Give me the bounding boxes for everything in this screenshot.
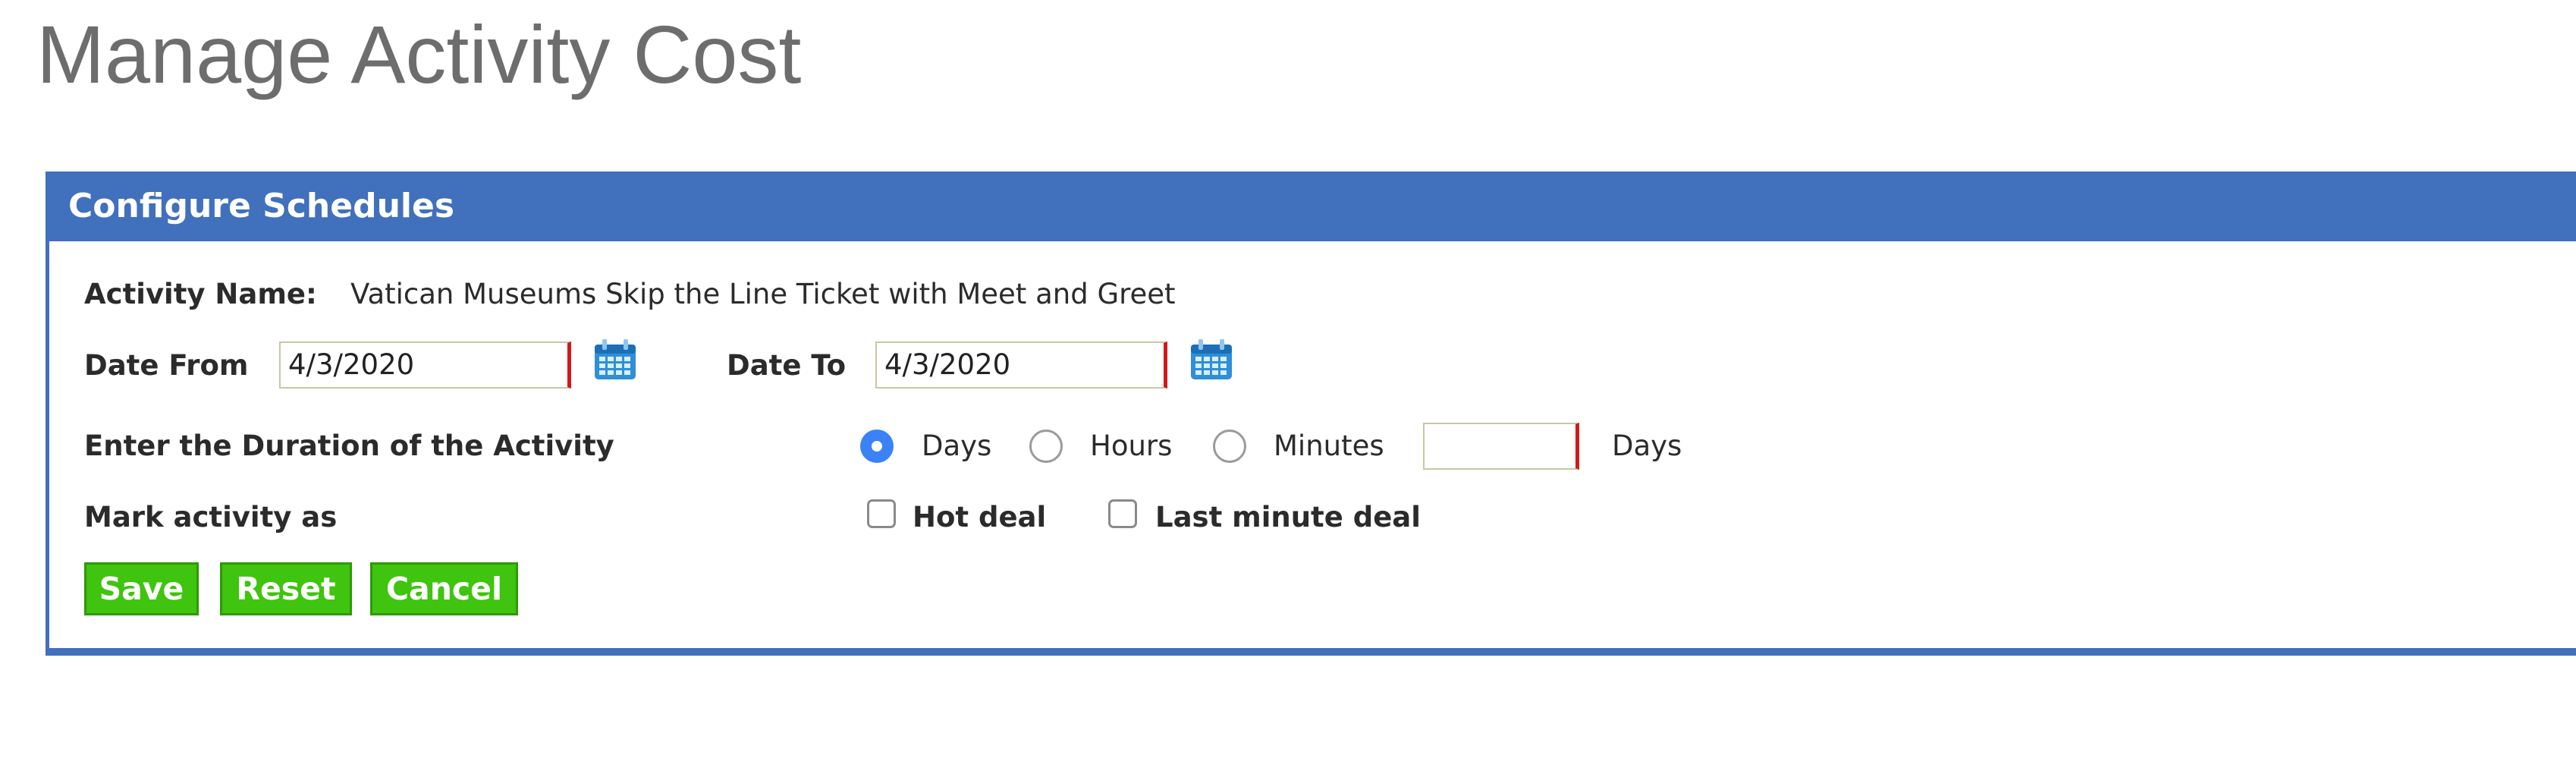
- activity-name-value: Vatican Museums Skip the Line Ticket wit…: [350, 278, 1176, 310]
- activity-name-label: Activity Name:: [84, 278, 317, 310]
- date-from-calendar-icon[interactable]: [593, 338, 637, 381]
- cancel-button[interactable]: Cancel: [370, 562, 518, 615]
- date-from-label: Date From: [84, 349, 249, 382]
- reset-button[interactable]: Reset: [220, 562, 352, 615]
- duration-hours-label: Hours: [1090, 430, 1173, 462]
- hot-deal-label: Hot deal: [913, 501, 1047, 533]
- duration-input[interactable]: [1423, 423, 1579, 470]
- mark-activity-label: Mark activity as: [84, 501, 338, 533]
- panel-header: Configure Schedules: [46, 172, 2576, 241]
- hot-deal-checkbox[interactable]: [867, 499, 896, 528]
- duration-minutes-label: Minutes: [1274, 430, 1384, 462]
- duration-unit-label: Days: [1612, 430, 1682, 462]
- last-minute-deal-label: Last minute deal: [1155, 501, 1421, 533]
- last-minute-deal-checkbox[interactable]: [1108, 499, 1137, 528]
- manage-activity-cost-page: Manage Activity Cost Configure Schedules…: [0, 0, 2576, 771]
- panel-title: Configure Schedules: [68, 187, 455, 225]
- date-from-input[interactable]: 4/3/2020: [279, 341, 571, 389]
- page-title: Manage Activity Cost: [36, 8, 802, 100]
- date-to-input[interactable]: 4/3/2020: [875, 341, 1167, 389]
- save-button[interactable]: Save: [84, 562, 199, 615]
- duration-minutes-radio[interactable]: [1213, 430, 1246, 463]
- duration-label: Enter the Duration of the Activity: [84, 430, 614, 462]
- date-to-label: Date To: [727, 349, 847, 382]
- duration-days-label: Days: [922, 430, 992, 462]
- duration-days-radio[interactable]: [860, 430, 894, 463]
- duration-hours-radio[interactable]: [1029, 430, 1063, 463]
- date-to-calendar-icon[interactable]: [1189, 338, 1233, 381]
